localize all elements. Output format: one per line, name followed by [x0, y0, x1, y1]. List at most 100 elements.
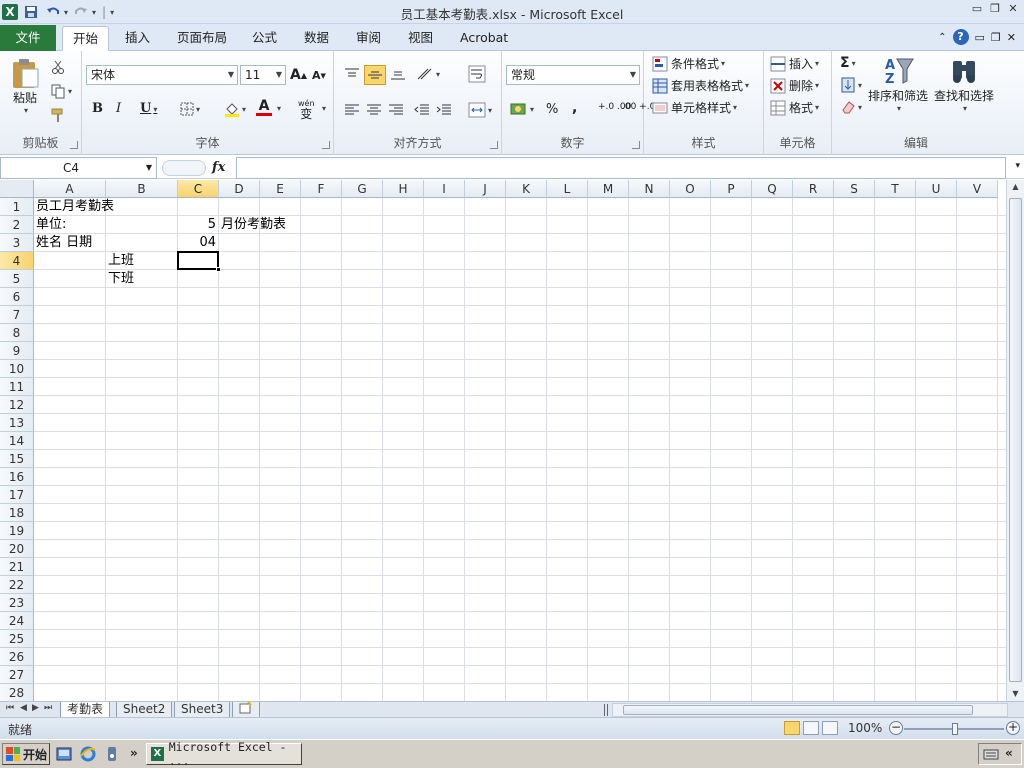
row-header-27[interactable]: 27 — [0, 666, 34, 684]
column-header-I[interactable]: I — [424, 180, 465, 198]
cell-C2[interactable]: 5 — [178, 216, 216, 234]
currency-icon[interactable]: ▾ — [510, 101, 534, 117]
increase-decimal-button[interactable]: +.0 .00 — [598, 103, 631, 112]
row-header-6[interactable]: 6 — [0, 288, 34, 306]
cell-D2[interactable]: 月份考勤表 — [221, 216, 286, 234]
cell-A3[interactable]: 姓名 日期 — [36, 234, 92, 252]
row-header-12[interactable]: 12 — [0, 396, 34, 414]
row-header-24[interactable]: 24 — [0, 612, 34, 630]
media-player-icon[interactable] — [104, 746, 120, 762]
horizontal-scrollbar[interactable] — [612, 703, 1008, 717]
tab-view[interactable]: 视图 — [398, 26, 443, 51]
insert-sheet-icon[interactable] — [232, 701, 260, 718]
italic-button[interactable]: I — [116, 101, 121, 116]
increase-indent-icon[interactable] — [436, 103, 452, 117]
decrease-decimal-button[interactable]: .00 +.0 — [622, 103, 655, 112]
column-header-R[interactable]: R — [793, 180, 834, 198]
row-header-22[interactable]: 22 — [0, 576, 34, 594]
tab-review[interactable]: 审阅 — [346, 26, 391, 51]
row-header-17[interactable]: 17 — [0, 486, 34, 504]
number-format-combo[interactable]: 常规 ▼ — [506, 65, 640, 85]
doc-minimize-icon[interactable]: ▭ — [975, 31, 985, 44]
align-bottom-icon[interactable] — [390, 67, 406, 81]
borders-button[interactable]: ▾ — [180, 102, 200, 116]
align-center-icon[interactable] — [366, 103, 382, 117]
column-header-O[interactable]: O — [670, 180, 711, 198]
expand-formula-bar-icon[interactable]: ▾ — [1015, 161, 1020, 171]
wrap-text-icon[interactable] — [468, 65, 486, 83]
column-header-M[interactable]: M — [588, 180, 629, 198]
ie-icon[interactable] — [80, 746, 96, 762]
font-launcher-icon[interactable] — [322, 141, 330, 149]
column-header-T[interactable]: T — [875, 180, 916, 198]
copy-icon[interactable]: ▾ — [50, 83, 72, 99]
comma-button[interactable]: , — [572, 100, 577, 116]
font-color-dropdown-icon[interactable]: ▾ — [277, 104, 281, 113]
row-header-9[interactable]: 9 — [0, 342, 34, 360]
row-header-13[interactable]: 13 — [0, 414, 34, 432]
sort-filter-button[interactable]: AZ 排序和筛选 ▾ — [868, 55, 928, 113]
row-header-14[interactable]: 14 — [0, 432, 34, 450]
name-box-dropdown-icon[interactable]: ▼ — [146, 158, 152, 178]
sheet-tab-sheet2[interactable]: Sheet2 — [116, 702, 173, 718]
name-box[interactable]: C4 ▼ — [0, 157, 157, 179]
delete-cells-button[interactable]: 删除 ▾ — [770, 77, 819, 94]
column-header-J[interactable]: J — [465, 180, 506, 198]
number-launcher-icon[interactable] — [632, 141, 640, 149]
row-header-7[interactable]: 7 — [0, 306, 34, 324]
format-as-table-button[interactable]: 套用表格格式 ▾ — [652, 77, 749, 94]
select-all-corner[interactable] — [0, 180, 34, 198]
column-header-K[interactable]: K — [506, 180, 547, 198]
font-color-button[interactable]: A — [256, 99, 272, 116]
row-header-26[interactable]: 26 — [0, 648, 34, 666]
sort-filter-dropdown-icon[interactable]: ▾ — [897, 104, 901, 113]
underline-button[interactable]: U ▾ — [140, 101, 157, 116]
paste-dropdown-icon[interactable]: ▾ — [24, 106, 28, 115]
quick-launch-more-icon[interactable]: » — [130, 746, 138, 760]
row-header-3[interactable]: 3 — [0, 234, 34, 252]
zoom-level[interactable]: 100% — [848, 721, 882, 735]
sheet-tab-sheet3[interactable]: Sheet3 — [174, 702, 231, 718]
cut-icon[interactable] — [50, 59, 66, 75]
insert-cells-button[interactable]: 插入 ▾ — [770, 55, 819, 72]
tab-acrobat[interactable]: Acrobat — [450, 26, 518, 51]
align-top-icon[interactable] — [344, 67, 360, 81]
fill-color-button[interactable]: ▾ — [224, 101, 246, 117]
align-middle-icon[interactable] — [364, 65, 386, 85]
row-header-5[interactable]: 5 — [0, 270, 34, 288]
prev-sheet-icon[interactable]: ◀ — [20, 703, 27, 713]
autosum-button[interactable]: Σ ▾ — [840, 55, 856, 71]
column-header-U[interactable]: U — [916, 180, 957, 198]
taskbar-item-excel[interactable]: X Microsoft Excel - ... — [146, 740, 302, 768]
tray-expand-icon[interactable]: « — [1005, 746, 1013, 760]
column-header-C[interactable]: C — [178, 180, 219, 198]
orientation-icon[interactable]: ▾ — [416, 67, 440, 81]
row-header-1[interactable]: 1 — [0, 198, 34, 216]
phonetic-button[interactable]: wén 变 — [298, 99, 315, 120]
start-button[interactable]: 开始 — [2, 743, 50, 765]
tab-home[interactable]: 开始 — [62, 26, 110, 51]
row-header-18[interactable]: 18 — [0, 504, 34, 522]
clear-button[interactable]: ▾ — [840, 99, 862, 115]
formula-bar-expander[interactable] — [162, 160, 206, 176]
fill-button[interactable]: ▾ — [840, 77, 862, 93]
next-sheet-icon[interactable]: ▶ — [32, 703, 39, 713]
column-header-S[interactable]: S — [834, 180, 875, 198]
minimize-ribbon-icon[interactable]: ⌃ — [938, 32, 946, 43]
column-header-Q[interactable]: Q — [752, 180, 793, 198]
column-header-A[interactable]: A — [34, 180, 106, 198]
find-select-dropdown-icon[interactable]: ▾ — [963, 104, 967, 113]
grow-font-button[interactable]: A ▲ — [290, 67, 307, 83]
zoom-out-icon[interactable]: − — [889, 721, 903, 735]
row-header-20[interactable]: 20 — [0, 540, 34, 558]
tab-page-layout[interactable]: 页面布局 — [167, 26, 237, 51]
column-header-D[interactable]: D — [219, 180, 260, 198]
column-header-F[interactable]: F — [301, 180, 342, 198]
tab-formulas[interactable]: 公式 — [242, 26, 287, 51]
align-left-icon[interactable] — [344, 103, 360, 117]
alignment-launcher-icon[interactable] — [490, 141, 498, 149]
sheet-tab-kaoqin[interactable]: 考勤表 — [60, 702, 111, 718]
format-painter-icon[interactable] — [50, 107, 66, 123]
row-header-19[interactable]: 19 — [0, 522, 34, 540]
clipboard-launcher-icon[interactable] — [70, 141, 78, 149]
